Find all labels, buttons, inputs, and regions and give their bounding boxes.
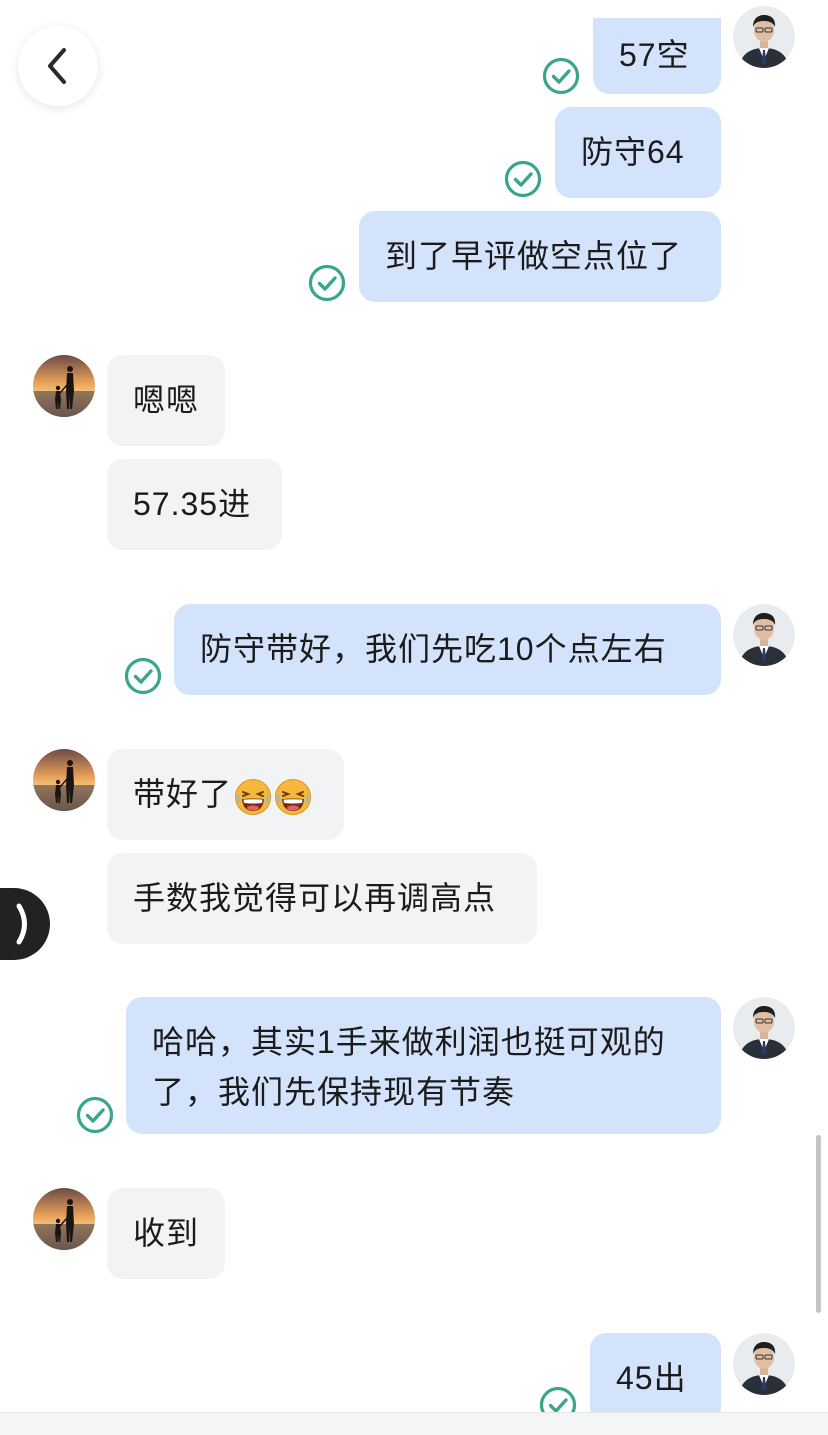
- message-text: 到了早评做空点位了: [385, 238, 683, 274]
- message-text: 57空: [619, 37, 690, 73]
- message-text: 嗯嗯: [133, 382, 200, 418]
- incoming-message-bubble[interactable]: 嗯嗯: [107, 355, 225, 446]
- scrollbar[interactable]: [816, 1135, 821, 1313]
- message-text: 带好了: [133, 776, 233, 812]
- avatar[interactable]: [33, 749, 95, 811]
- side-drawer-handle[interactable]: [0, 888, 50, 960]
- input-bar[interactable]: [0, 1412, 828, 1435]
- message-text: 防守64: [581, 134, 685, 170]
- check-circle-icon: [541, 56, 581, 96]
- check-circle-icon: [503, 159, 543, 199]
- outgoing-message-bubble[interactable]: 防守64: [555, 107, 721, 198]
- laughing-emoji-icon: [234, 778, 272, 816]
- avatar[interactable]: [733, 1333, 795, 1395]
- avatar[interactable]: [733, 997, 795, 1059]
- outgoing-message-bubble[interactable]: 57空: [593, 18, 721, 94]
- outgoing-message-bubble[interactable]: 45出: [590, 1333, 721, 1424]
- check-circle-icon: [75, 1095, 115, 1135]
- avatar[interactable]: [733, 604, 795, 666]
- laughing-emoji-icon: [274, 778, 312, 816]
- incoming-message-bubble[interactable]: 手数我觉得可以再调高点: [107, 853, 537, 944]
- message-text: 防守带好，我们先吃10个点左右: [200, 631, 667, 667]
- incoming-message-bubble[interactable]: 收到: [107, 1188, 225, 1279]
- check-circle-icon: [307, 263, 347, 303]
- message-text-line: 了，我们先保持现有节奏: [152, 1074, 516, 1110]
- back-button[interactable]: [18, 26, 98, 106]
- message-text-line: 哈哈，其实1手来做利润也挺可观的: [152, 1024, 666, 1060]
- chat-message-list[interactable]: 57空 防守64 到了早评做空点位了 嗯嗯 57.35进 防守带好，我们先吃10…: [0, 0, 828, 1435]
- message-text: 手数我觉得可以再调高点: [133, 880, 497, 916]
- outgoing-message-bubble[interactable]: 到了早评做空点位了: [359, 211, 721, 302]
- message-text: 收到: [133, 1215, 200, 1251]
- chevron-left-icon: [48, 48, 66, 84]
- message-text: 45出: [616, 1360, 687, 1396]
- incoming-message-bubble[interactable]: 带好了: [107, 749, 344, 840]
- avatar[interactable]: [733, 6, 795, 68]
- chevron-right-icon: [16, 903, 27, 945]
- avatar[interactable]: [33, 1188, 95, 1250]
- avatar[interactable]: [33, 355, 95, 417]
- incoming-message-bubble[interactable]: 57.35进: [107, 459, 282, 550]
- outgoing-message-bubble[interactable]: 防守带好，我们先吃10个点左右: [174, 604, 721, 695]
- message-text: 57.35进: [133, 486, 252, 522]
- check-circle-icon: [123, 656, 163, 696]
- outgoing-message-bubble[interactable]: 哈哈，其实1手来做利润也挺可观的 了，我们先保持现有节奏: [126, 997, 721, 1134]
